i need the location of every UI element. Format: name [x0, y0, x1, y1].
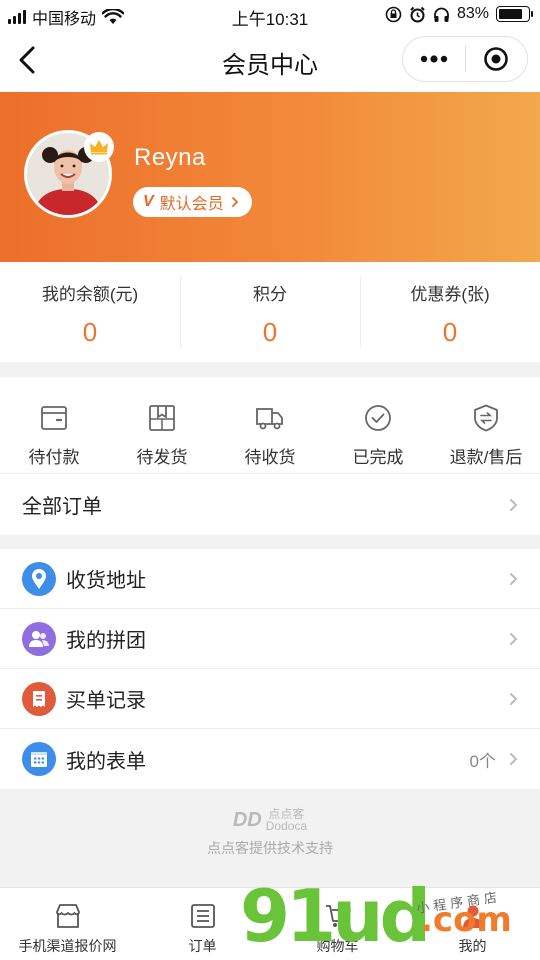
headphones-icon — [434, 7, 449, 22]
menu-label: 买单记录 — [66, 690, 146, 712]
stat-points[interactable]: 积分 0 — [180, 262, 360, 362]
account-stats: 我的余额(元) 0 积分 0 优惠券(张) 0 — [0, 262, 540, 362]
user-name: Reyna — [134, 144, 206, 171]
service-menu: 收货地址 我的拼团 买单记录 我的表单 0个 — [0, 549, 540, 789]
location-pin-icon — [22, 561, 56, 596]
menu-item-group-buy[interactable]: 我的拼团 — [0, 609, 540, 669]
all-orders-row[interactable]: 全部订单 — [0, 473, 540, 535]
order-pending-receipt[interactable]: 待收货 — [216, 377, 324, 473]
close-button[interactable] — [466, 37, 528, 81]
chevron-right-icon — [231, 197, 238, 207]
wallet-icon — [41, 406, 67, 430]
tab-cart[interactable]: 购物车 — [270, 888, 405, 960]
member-level-badge[interactable]: V 默认会员 — [133, 187, 252, 217]
support-text: 点点客提供技术支持 — [207, 840, 333, 856]
battery-icon — [496, 6, 533, 22]
order-pending-payment[interactable]: 待付款 — [0, 377, 108, 473]
more-dots-icon — [420, 55, 447, 63]
menu-item-forms[interactable]: 我的表单 0个 — [0, 729, 540, 789]
tab-label: 我的 — [458, 938, 487, 954]
order-label: 已完成 — [352, 448, 404, 467]
order-status-row: 待付款 待发货 待收货 已完成 退款/售后 — [0, 377, 540, 473]
chevron-right-icon — [510, 753, 518, 765]
nav-bar: 会员中心 — [0, 30, 540, 92]
calendar-grid-icon — [22, 742, 56, 776]
dodoca-logo: DD 点点客 Dodoca — [233, 808, 307, 832]
cart-icon — [325, 905, 351, 927]
tab-bar: 手机渠道报价网 订单 购物车 我的 — [0, 887, 540, 960]
group-users-icon — [22, 621, 56, 656]
all-orders-label: 全部订单 — [22, 496, 102, 518]
tab-orders[interactable]: 订单 — [135, 888, 270, 960]
chevron-right-icon — [510, 498, 518, 511]
user-icon — [462, 905, 483, 928]
menu-label: 收货地址 — [66, 570, 146, 592]
chevron-right-icon — [510, 632, 518, 645]
mini-program-capsule — [402, 36, 528, 82]
alarm-icon — [410, 6, 425, 22]
tab-label: 手机渠道报价网 — [18, 938, 117, 954]
stat-coupons[interactable]: 优惠券(张) 0 — [360, 262, 540, 362]
status-bar: 中国移动 上午10:31 83% — [0, 0, 540, 30]
stat-balance[interactable]: 我的余额(元) 0 — [0, 262, 180, 362]
rotation-lock-icon — [385, 6, 402, 22]
stat-label: 积分 — [253, 285, 287, 304]
tab-mine[interactable]: 我的 — [405, 888, 540, 960]
battery-percent: 83% — [456, 5, 489, 22]
more-button[interactable] — [403, 37, 465, 81]
crown-icon — [84, 132, 114, 162]
stat-value: 0 — [442, 317, 458, 347]
menu-label: 我的表单 — [66, 750, 146, 773]
check-circle-icon — [365, 405, 391, 431]
order-label: 退款/售后 — [449, 448, 523, 467]
member-v-icon: V — [143, 193, 154, 210]
orders-section: 待付款 待发货 待收货 已完成 退款/售后 全部订单 — [0, 377, 540, 535]
member-level-label: 默认会员 — [159, 196, 224, 213]
stat-label: 我的余额(元) — [41, 285, 139, 304]
order-label: 待付款 — [28, 448, 80, 467]
package-icon — [149, 405, 175, 431]
order-label: 待收货 — [244, 448, 296, 467]
target-circle-icon — [484, 47, 509, 71]
stat-value: 0 — [82, 317, 98, 347]
store-icon — [55, 904, 80, 928]
menu-item-address[interactable]: 收货地址 — [0, 549, 540, 609]
order-refund[interactable]: 退款/售后 — [432, 377, 540, 473]
tech-support-footer: DD 点点客 Dodoca 点点客提供技术支持 — [0, 808, 540, 858]
tab-label: 购物车 — [316, 938, 359, 954]
status-right: 83% — [385, 5, 533, 23]
menu-item-payment-records[interactable]: 买单记录 — [0, 669, 540, 729]
truck-icon — [256, 408, 283, 430]
order-list-icon — [190, 904, 215, 928]
chevron-right-icon — [510, 572, 518, 585]
menu-count: 0个 — [469, 751, 496, 771]
order-completed[interactable]: 已完成 — [324, 377, 432, 473]
tab-home[interactable]: 手机渠道报价网 — [0, 888, 135, 960]
tab-label: 订单 — [188, 938, 217, 954]
member-banner: Reyna V 默认会员 — [0, 92, 540, 262]
order-pending-shipment[interactable]: 待发货 — [108, 377, 216, 473]
order-label: 待发货 — [136, 448, 188, 467]
chevron-right-icon — [510, 692, 518, 705]
menu-label: 我的拼团 — [66, 630, 146, 652]
receipt-icon — [22, 681, 56, 716]
stat-value: 0 — [262, 317, 278, 347]
brand-sub: Dodoca — [265, 819, 308, 833]
refund-shield-icon — [474, 404, 498, 432]
brand-mark: DD — [232, 808, 262, 831]
stat-label: 优惠券(张) — [410, 285, 490, 304]
